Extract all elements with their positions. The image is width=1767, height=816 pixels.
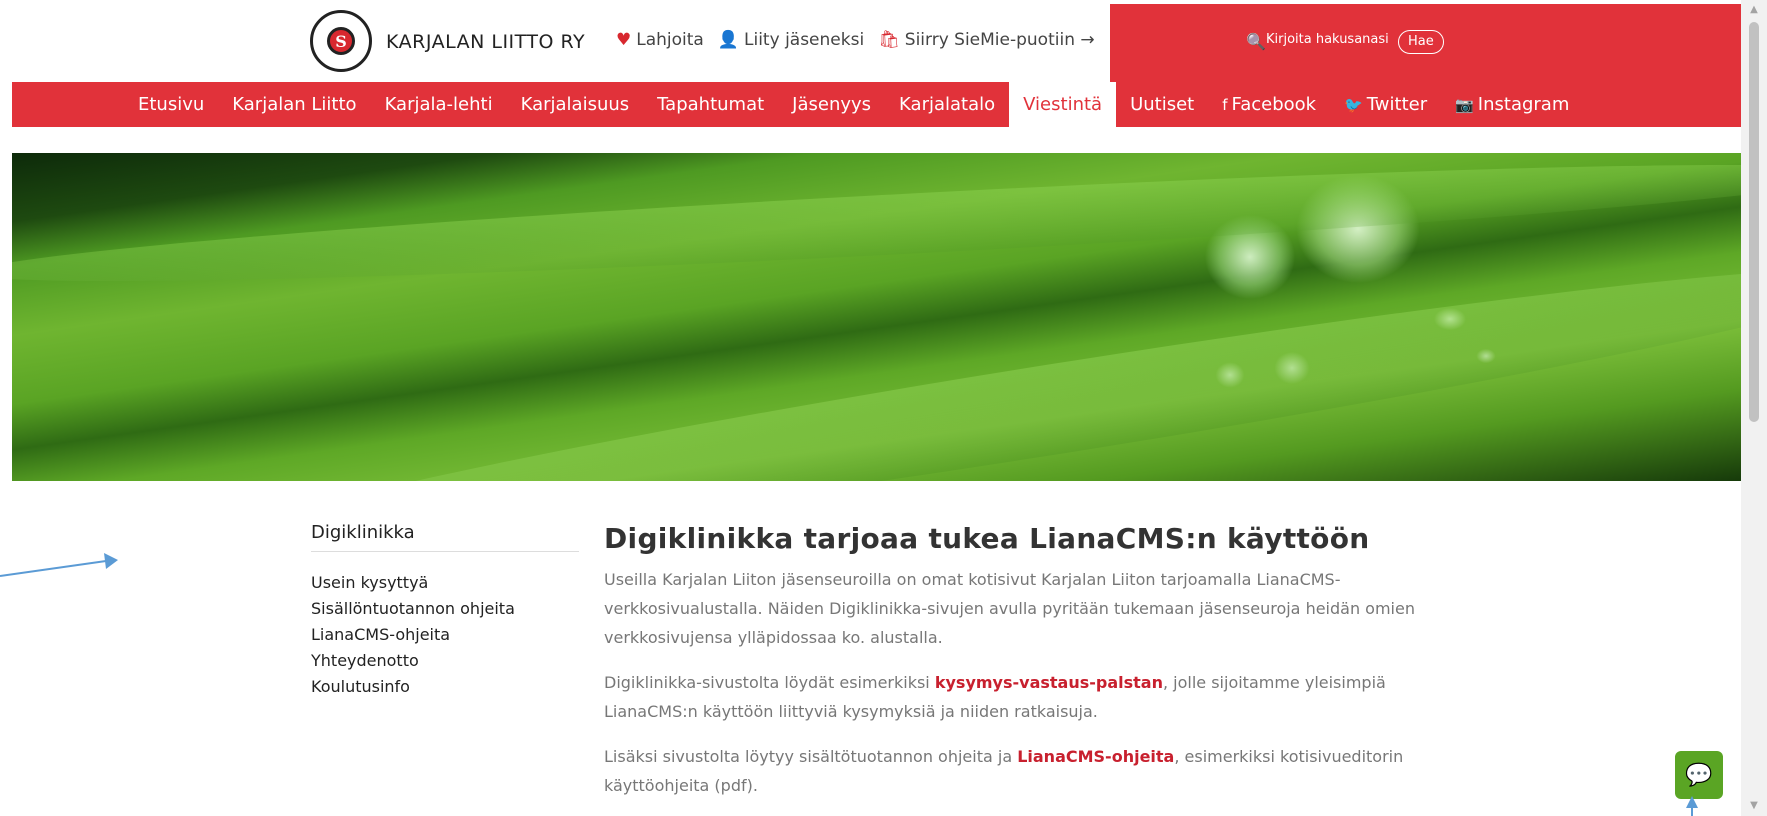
nav-items: Etusivu Karjalan Liitto Karjala-lehti Ka…	[124, 82, 1583, 127]
donate-label: Lahjoita	[636, 30, 704, 50]
logo[interactable]: S	[310, 10, 372, 72]
sidebar-item-usein-kysyttya[interactable]: Usein kysyttyä	[311, 570, 579, 596]
lianacms-guides-link[interactable]: LianaCMS-ohjeita	[1017, 747, 1174, 766]
search-input[interactable]	[1266, 32, 1406, 47]
nav-item-uutiset[interactable]: Uutiset	[1116, 82, 1208, 127]
sidebar: Digiklinikka Usein kysyttyä Sisällöntuot…	[311, 522, 579, 700]
shop-link[interactable]: 🛍 Siirry SieMie-puotiin →	[878, 30, 1094, 50]
facebook-label: Facebook	[1231, 94, 1317, 115]
scroll-up-icon[interactable]: ▲	[1741, 0, 1767, 20]
faq-paragraph: Digiklinikka-sivustolta löydät esimerkik…	[604, 668, 1454, 726]
chat-icon: 💬	[1685, 762, 1713, 788]
sidebar-item-koulutusinfo[interactable]: Koulutusinfo	[311, 674, 579, 700]
instagram-label: Instagram	[1477, 94, 1570, 115]
page-margin	[0, 0, 12, 816]
nav-item-karjalan-liitto[interactable]: Karjalan Liitto	[218, 82, 370, 127]
faq-paragraph-text: Digiklinikka-sivustolta löydät esimerkik…	[604, 673, 935, 692]
heart-icon: ♥	[616, 30, 632, 50]
search-icon: 🔍	[1246, 32, 1266, 51]
nav-item-instagram[interactable]: 📷 Instagram	[1441, 82, 1583, 127]
nav-item-tapahtumat[interactable]: Tapahtumat	[643, 82, 778, 127]
nav-item-karjalatalo[interactable]: Karjalatalo	[885, 82, 1009, 127]
donate-link[interactable]: ♥ Lahjoita	[616, 30, 704, 50]
intro-paragraph: Useilla Karjalan Liiton jäsenseuroilla o…	[604, 570, 1415, 647]
hero-image	[12, 153, 1741, 481]
scrollbar-thumb[interactable]	[1749, 22, 1759, 422]
twitter-icon: 🐦	[1344, 95, 1363, 114]
logo-emblem-icon: S	[327, 27, 355, 55]
guides-paragraph: Lisäksi sivustolta löytyy sisältötuotann…	[604, 742, 1454, 800]
search-bar: 🔍 Hae	[1110, 4, 1741, 82]
shopping-bag-icon: 🛍	[878, 30, 900, 50]
faq-link[interactable]: kysymys-vastaus-palstan	[935, 673, 1163, 692]
nav-item-twitter[interactable]: 🐦 Twitter	[1330, 82, 1441, 127]
top-bar: S KARJALAN LIITTO RY ♥ Lahjoita 👤 Liity …	[12, 4, 1741, 82]
shop-label: Siirry SieMie-puotiin →	[904, 30, 1095, 50]
main-nav: Etusivu Karjalan Liitto Karjala-lehti Ka…	[12, 82, 1741, 127]
top-links: ♥ Lahjoita 👤 Liity jäseneksi 🛍 Siirry Si…	[616, 30, 1095, 50]
chat-button[interactable]: 💬	[1675, 751, 1723, 799]
sidebar-item-lianacms-ohjeita[interactable]: LianaCMS-ohjeita	[311, 622, 579, 648]
hero-leaf-highlight	[12, 153, 1741, 303]
instagram-icon: 📷	[1455, 95, 1474, 114]
sidebar-item-yhteydenotto[interactable]: Yhteydenotto	[311, 648, 579, 674]
nav-item-etusivu[interactable]: Etusivu	[124, 82, 218, 127]
nav-item-karjala-lehti[interactable]: Karjala-lehti	[371, 82, 507, 127]
scroll-down-icon[interactable]: ▼	[1741, 796, 1767, 816]
nav-item-viestinta[interactable]: Viestintä	[1009, 82, 1117, 127]
main-content: Digiklinikka tarjoaa tukea LianaCMS:n kä…	[604, 522, 1454, 816]
page-title: Digiklinikka tarjoaa tukea LianaCMS:n kä…	[604, 522, 1370, 555]
guides-paragraph-text: Lisäksi sivustolta löytyy sisältötuotann…	[604, 747, 1018, 766]
join-member-link[interactable]: 👤 Liity jäseneksi	[718, 30, 864, 50]
nav-item-jasenyys[interactable]: Jäsenyys	[778, 82, 885, 127]
nav-item-karjalaisuus[interactable]: Karjalaisuus	[507, 82, 644, 127]
sidebar-item-sisallontuotannon-ohjeita[interactable]: Sisällöntuotannon ohjeita	[311, 596, 579, 622]
scrollbar[interactable]: ▲ ▼	[1741, 0, 1767, 816]
join-member-label: Liity jäseneksi	[744, 30, 865, 50]
sidebar-title[interactable]: Digiklinikka	[311, 522, 579, 552]
sidebar-list: Usein kysyttyä Sisällöntuotannon ohjeita…	[311, 570, 579, 700]
search-button[interactable]: Hae	[1398, 30, 1444, 54]
add-user-icon: 👤	[717, 30, 740, 50]
facebook-icon: f	[1222, 95, 1228, 114]
site-name[interactable]: KARJALAN LIITTO RY	[386, 31, 585, 53]
twitter-label: Twitter	[1366, 94, 1428, 115]
nav-item-facebook[interactable]: f Facebook	[1208, 82, 1330, 127]
page: S KARJALAN LIITTO RY ♥ Lahjoita 👤 Liity …	[12, 4, 1741, 816]
